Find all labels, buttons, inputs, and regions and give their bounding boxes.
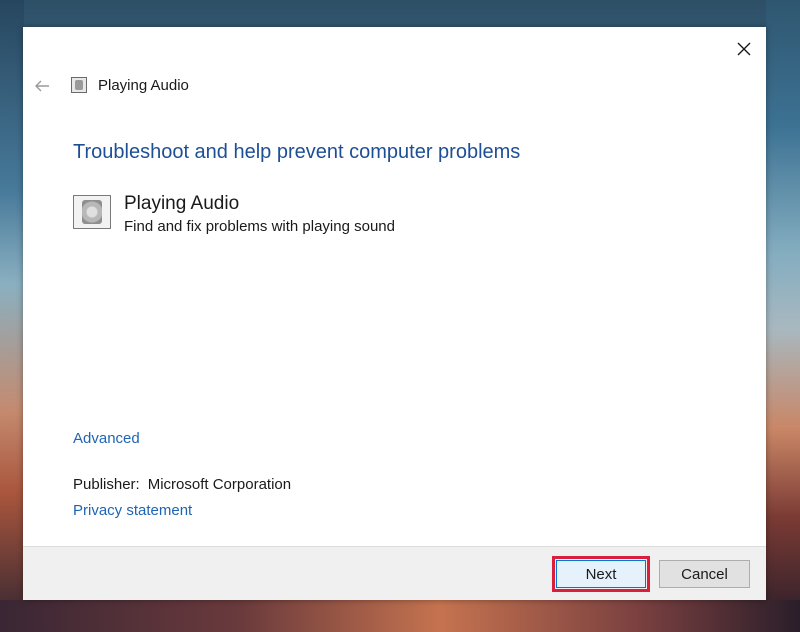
window-title: Playing Audio <box>98 77 189 94</box>
publisher-info: Publisher: Microsoft Corporation <box>73 476 291 493</box>
publisher-label: Publisher: <box>73 476 140 493</box>
desktop-background-bottom <box>0 600 800 632</box>
next-button[interactable]: Next <box>552 556 650 592</box>
desktop-background-right <box>766 0 800 632</box>
back-arrow-icon <box>35 80 49 92</box>
desktop-background-left <box>0 0 24 632</box>
page-heading: Troubleshoot and help prevent computer p… <box>73 141 521 163</box>
cancel-button[interactable]: Cancel <box>659 560 750 588</box>
publisher-value: Microsoft Corporation <box>147 476 292 493</box>
advanced-link[interactable]: Advanced <box>73 430 140 447</box>
troubleshooter-window: Playing Audio Troubleshoot and help prev… <box>23 27 766 600</box>
troubleshooter-item-description: Find and fix problems with playing sound <box>124 218 395 235</box>
speaker-icon <box>73 195 111 229</box>
privacy-statement-link[interactable]: Privacy statement <box>73 502 192 519</box>
close-button[interactable] <box>728 33 760 65</box>
troubleshooter-icon <box>71 77 87 93</box>
footer-bar: Next Cancel <box>23 546 766 600</box>
troubleshooter-item-title: Playing Audio <box>124 193 240 214</box>
back-button[interactable] <box>31 75 53 97</box>
close-icon <box>737 42 751 56</box>
